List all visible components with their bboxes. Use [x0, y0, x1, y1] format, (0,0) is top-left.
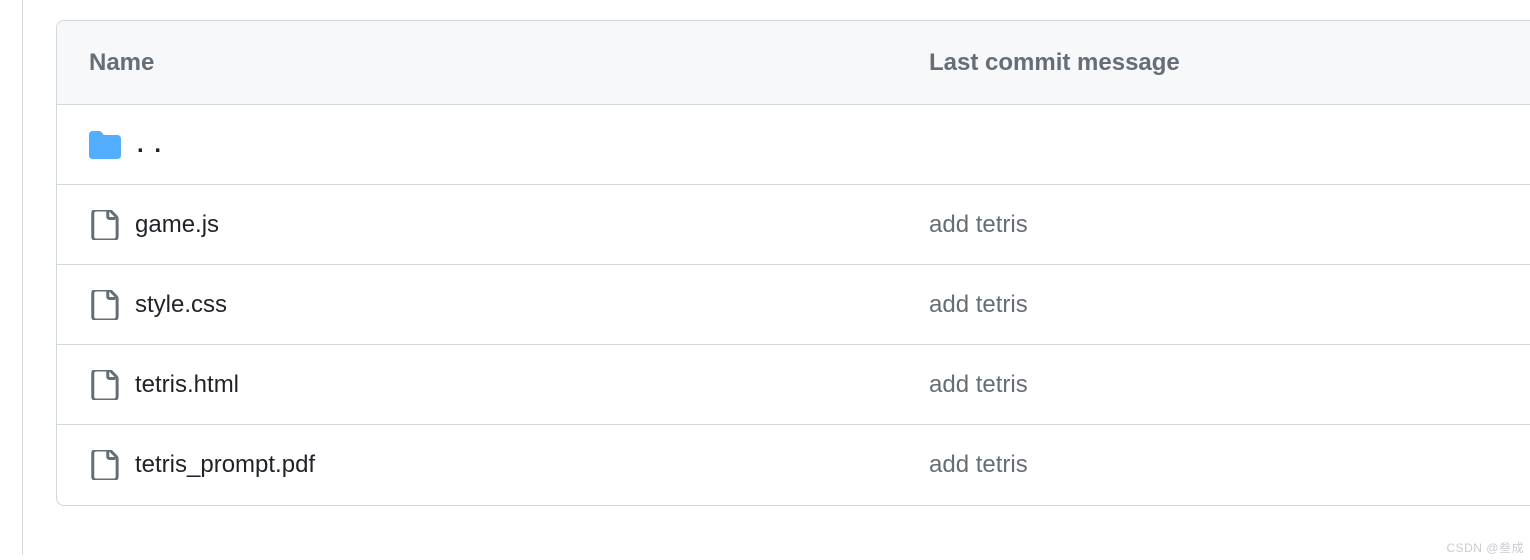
file-name-cell: style.css	[89, 290, 929, 320]
parent-directory-row[interactable]: . .	[57, 105, 1530, 185]
parent-directory-cell: . .	[89, 129, 929, 161]
file-name-cell: tetris.html	[89, 370, 929, 400]
file-icon	[89, 210, 119, 240]
file-icon	[89, 290, 119, 320]
file-name-label[interactable]: tetris_prompt.pdf	[135, 451, 315, 479]
left-divider	[22, 0, 23, 555]
table-header: Name Last commit message	[57, 21, 1530, 105]
file-listing-table: Name Last commit message . . game.js add…	[56, 20, 1530, 506]
commit-message-cell[interactable]: add tetris	[929, 211, 1498, 239]
header-commit-column[interactable]: Last commit message	[929, 49, 1498, 77]
commit-message-cell[interactable]: add tetris	[929, 451, 1498, 479]
parent-directory-label: . .	[137, 131, 163, 159]
table-row[interactable]: game.js add tetris	[57, 185, 1530, 265]
file-name-label[interactable]: tetris.html	[135, 371, 239, 399]
header-name-column[interactable]: Name	[89, 49, 929, 77]
file-name-label[interactable]: style.css	[135, 291, 227, 319]
table-row[interactable]: tetris.html add tetris	[57, 345, 1530, 425]
folder-icon	[89, 129, 121, 161]
table-row[interactable]: tetris_prompt.pdf add tetris	[57, 425, 1530, 505]
file-name-label[interactable]: game.js	[135, 211, 219, 239]
commit-message-cell[interactable]: add tetris	[929, 291, 1498, 319]
commit-message-cell[interactable]: add tetris	[929, 371, 1498, 399]
table-row[interactable]: style.css add tetris	[57, 265, 1530, 345]
file-icon	[89, 450, 119, 480]
file-name-cell: game.js	[89, 210, 929, 240]
watermark-text: CSDN @叁成	[1446, 539, 1524, 556]
file-icon	[89, 370, 119, 400]
file-name-cell: tetris_prompt.pdf	[89, 450, 929, 480]
